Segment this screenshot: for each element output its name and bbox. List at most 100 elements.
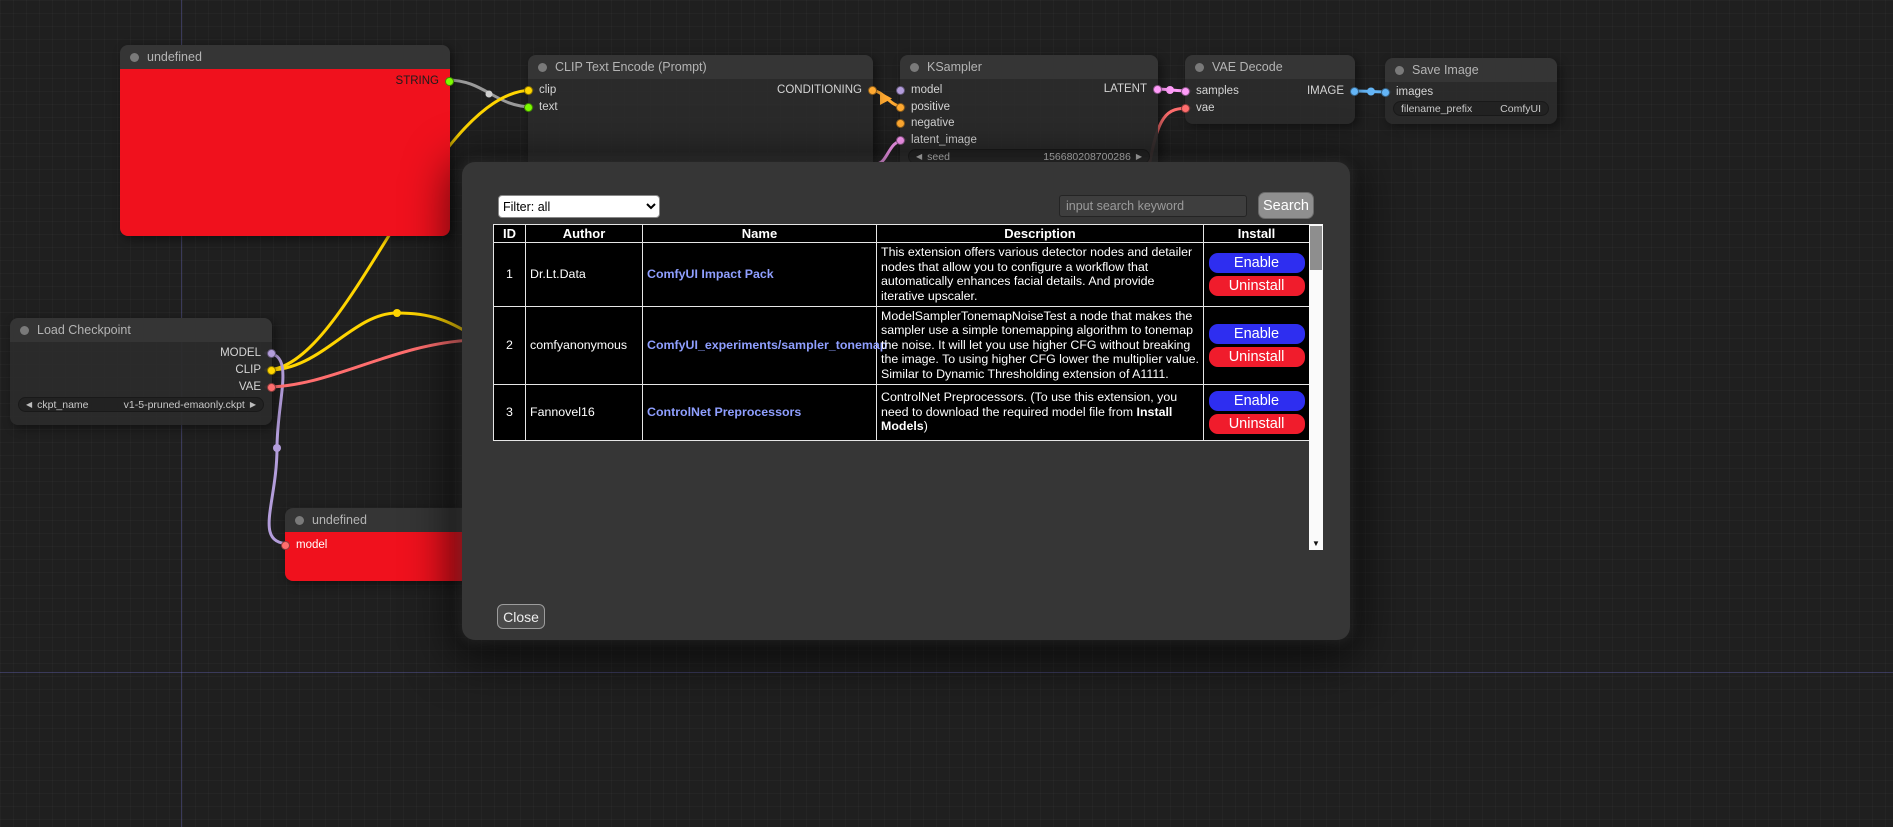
enable-button[interactable]: Enable	[1209, 324, 1305, 344]
scroll-down-arrow-icon[interactable]: ▼	[1309, 536, 1323, 550]
collapse-dot-icon[interactable]	[20, 326, 29, 335]
widget-value: ComfyUI	[1500, 103, 1541, 115]
filter-select[interactable]: Filter: all	[498, 195, 660, 218]
node-graph-canvas[interactable]: undefined STRING CLIP Text Encode (Promp…	[0, 0, 1893, 827]
wire-dot	[1367, 88, 1375, 96]
output-label: STRING	[396, 75, 439, 87]
search-button[interactable]: Search	[1258, 192, 1314, 219]
enable-button[interactable]: Enable	[1209, 253, 1305, 273]
extension-description-cell: This extension offers various detector n…	[877, 243, 1204, 307]
images-input-port[interactable]	[1381, 88, 1390, 97]
latent-image-input-port[interactable]	[896, 136, 905, 145]
wire-dot	[486, 91, 493, 98]
node-undefined-string[interactable]: undefined STRING	[120, 45, 450, 236]
collapse-dot-icon[interactable]	[910, 63, 919, 72]
output-label: VAE	[239, 381, 261, 393]
node-title-bar[interactable]: undefined	[120, 45, 450, 69]
header-name: Name	[643, 225, 877, 243]
image-output-port[interactable]	[1350, 87, 1359, 96]
node-title: KSampler	[927, 60, 982, 74]
node-clip-text-encode[interactable]: CLIP Text Encode (Prompt) clip text COND…	[528, 55, 873, 179]
wire-dot	[393, 309, 401, 317]
extension-row: 2comfyanonymousComfyUI_experiments/sampl…	[494, 306, 1310, 384]
node-save-image[interactable]: Save Image images filename_prefix ComfyU…	[1385, 58, 1557, 124]
string-output-port[interactable]	[445, 77, 454, 86]
extensions-table: ID Author Name Description Install 1Dr.L…	[493, 224, 1310, 441]
widget-value: 156680208700286	[1043, 151, 1131, 163]
collapse-dot-icon[interactable]	[130, 53, 139, 62]
model-output-port[interactable]	[267, 349, 276, 358]
previous-arrow-icon[interactable]: ◀	[26, 400, 32, 409]
node-title: Load Checkpoint	[37, 323, 131, 337]
node-ksampler[interactable]: KSampler model positive negative latent_…	[900, 55, 1158, 169]
filename-prefix-widget[interactable]: filename_prefix ComfyUI	[1393, 101, 1549, 116]
extension-link[interactable]: ControlNet Preprocessors	[647, 405, 801, 419]
extension-id-cell: 3	[494, 384, 526, 440]
close-button[interactable]: Close	[497, 604, 545, 629]
enable-button[interactable]: Enable	[1209, 391, 1305, 411]
header-install: Install	[1204, 225, 1310, 243]
node-body: MODEL CLIP VAE ◀ ckpt_name v1-5-pruned-e…	[10, 342, 272, 425]
extensions-table-body: 1Dr.Lt.DataComfyUI Impact PackThis exten…	[494, 243, 1310, 441]
output-label: CLIP	[235, 364, 261, 376]
node-load-checkpoint[interactable]: Load Checkpoint MODEL CLIP VAE ◀ ckpt_na…	[10, 318, 272, 425]
extension-link[interactable]: ComfyUI Impact Pack	[647, 267, 774, 281]
extension-row: 3Fannovel16ControlNet PreprocessorsContr…	[494, 384, 1310, 440]
increment-arrow-icon[interactable]: ▶	[1136, 152, 1142, 161]
output-label: CONDITIONING	[777, 84, 862, 96]
uninstall-button[interactable]: Uninstall	[1209, 347, 1305, 367]
scrollbar[interactable]: ▼	[1309, 224, 1323, 550]
output-label: MODEL	[220, 347, 261, 359]
positive-input-port[interactable]	[896, 103, 905, 112]
collapse-dot-icon[interactable]	[1395, 66, 1404, 75]
latent-output-port[interactable]	[1153, 85, 1162, 94]
extension-install-cell: Enable Uninstall	[1204, 306, 1310, 384]
extension-row: 1Dr.Lt.DataComfyUI Impact PackThis exten…	[494, 243, 1310, 307]
search-input[interactable]	[1059, 195, 1247, 217]
header-author: Author	[526, 225, 643, 243]
text-input-port[interactable]	[524, 103, 533, 112]
vae-output-port[interactable]	[267, 383, 276, 392]
ckpt-name-widget[interactable]: ◀ ckpt_name v1-5-pruned-emaonly.ckpt ▶	[18, 397, 264, 412]
node-title-bar[interactable]: Load Checkpoint	[10, 318, 272, 342]
input-label: vae	[1196, 102, 1215, 114]
node-title-bar[interactable]: VAE Decode	[1185, 55, 1355, 79]
extension-name-cell: ComfyUI Impact Pack	[643, 243, 877, 307]
next-arrow-icon[interactable]: ▶	[250, 400, 256, 409]
widget-label: seed	[927, 151, 950, 163]
widget-label: ckpt_name	[37, 399, 88, 411]
extension-name-cell: ControlNet Preprocessors	[643, 384, 877, 440]
node-title-bar[interactable]: KSampler	[900, 55, 1158, 79]
node-body: images filename_prefix ComfyUI	[1385, 82, 1557, 124]
extension-link[interactable]: ComfyUI_experiments/sampler_tonemap	[647, 338, 887, 352]
collapse-dot-icon[interactable]	[295, 516, 304, 525]
extension-description-cell: ModelSamplerTonemapNoiseTest a node that…	[877, 306, 1204, 384]
custom-nodes-manager-dialog: Filter: all Search ID Author Name Descri…	[462, 162, 1350, 640]
node-title: Save Image	[1412, 63, 1479, 77]
node-title-bar[interactable]: CLIP Text Encode (Prompt)	[528, 55, 873, 79]
node-title: CLIP Text Encode (Prompt)	[555, 60, 707, 74]
decrement-arrow-icon[interactable]: ◀	[916, 152, 922, 161]
uninstall-button[interactable]: Uninstall	[1209, 414, 1305, 434]
model-input-port[interactable]	[281, 541, 290, 550]
node-title-bar[interactable]: Save Image	[1385, 58, 1557, 82]
conditioning-output-port[interactable]	[868, 86, 877, 95]
output-label: IMAGE	[1307, 85, 1344, 97]
negative-input-port[interactable]	[896, 119, 905, 128]
node-vae-decode[interactable]: VAE Decode samples vae IMAGE	[1185, 55, 1355, 124]
collapse-dot-icon[interactable]	[1195, 63, 1204, 72]
input-label: positive	[911, 101, 950, 113]
extension-author-cell: Fannovel16	[526, 384, 643, 440]
scrollbar-thumb[interactable]	[1310, 226, 1322, 270]
header-description: Description	[877, 225, 1204, 243]
uninstall-button[interactable]: Uninstall	[1209, 276, 1305, 296]
node-title: undefined	[312, 513, 367, 527]
table-header-row: ID Author Name Description Install	[494, 225, 1310, 243]
extension-install-cell: Enable Uninstall	[1204, 384, 1310, 440]
clip-output-port[interactable]	[267, 366, 276, 375]
input-label: model	[296, 539, 327, 551]
vae-input-port[interactable]	[1181, 104, 1190, 113]
collapse-dot-icon[interactable]	[538, 63, 547, 72]
node-body: model positive negative latent_image LAT…	[900, 79, 1158, 169]
input-label: images	[1396, 86, 1433, 98]
